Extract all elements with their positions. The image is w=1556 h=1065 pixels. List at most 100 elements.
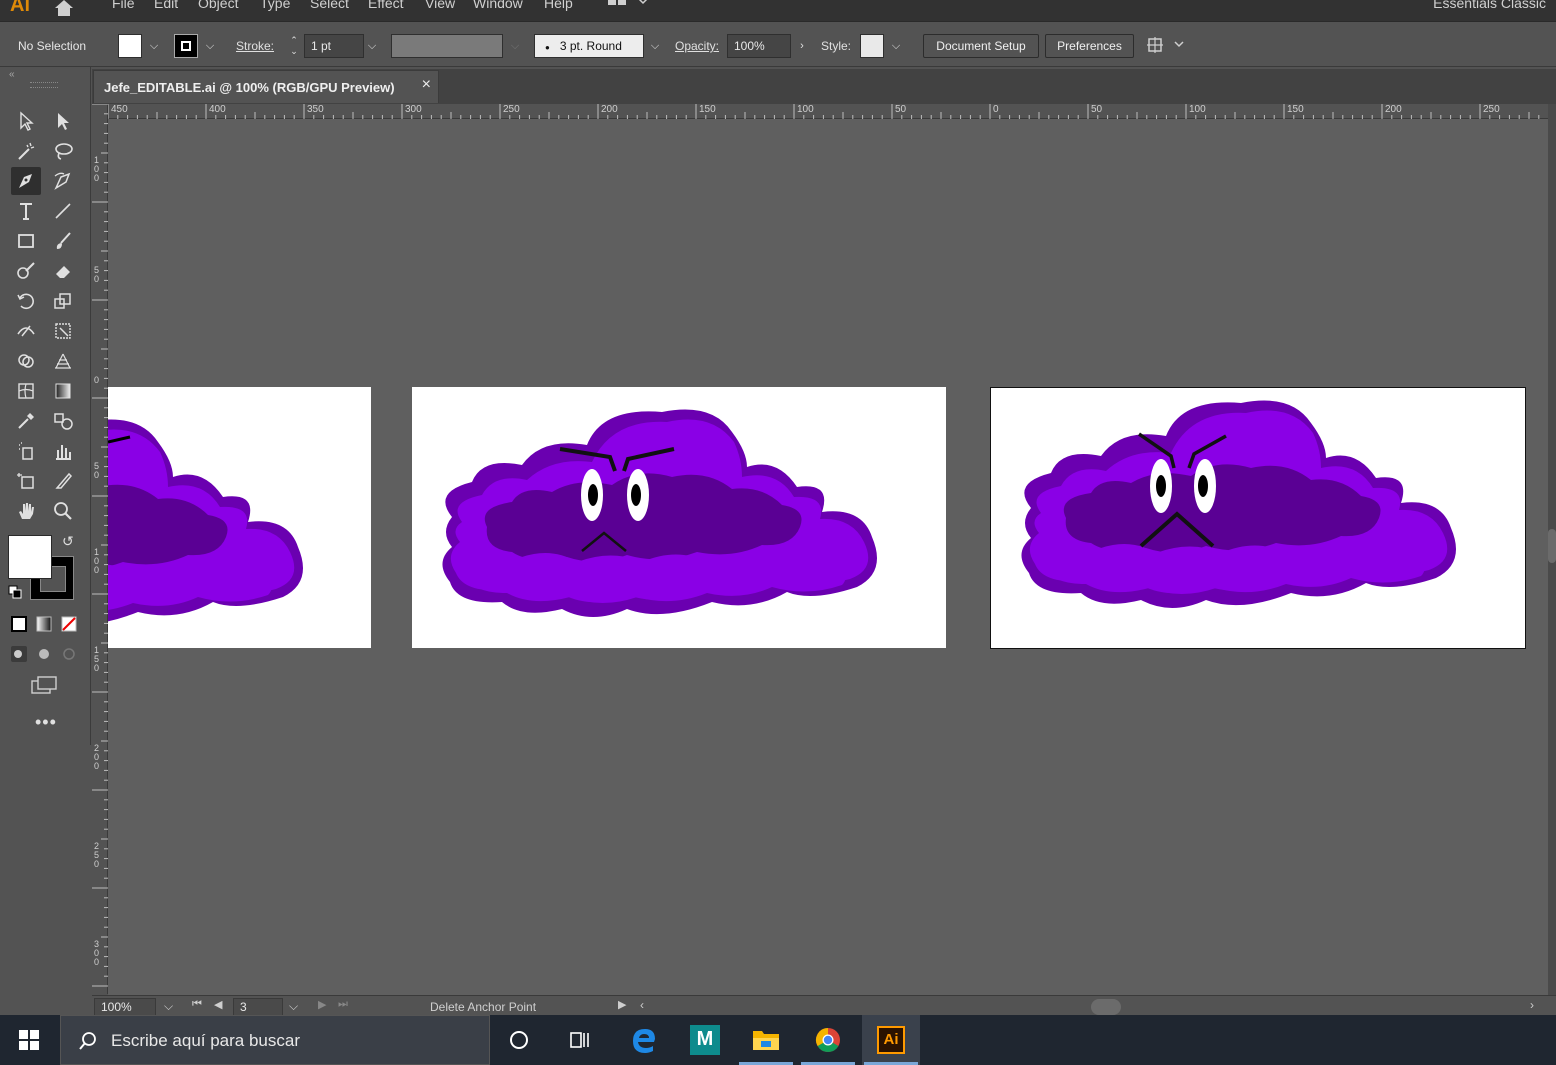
scroll-right-icon[interactable]: › — [1530, 998, 1534, 1012]
taskbar-search-box[interactable]: Escribe aquí para buscar — [60, 1015, 490, 1065]
canvas[interactable] — [108, 119, 1548, 995]
fill-swatch[interactable] — [8, 535, 52, 579]
previous-artboard-icon[interactable]: ◀ — [214, 998, 222, 1011]
windows-start-button[interactable] — [0, 1015, 58, 1065]
chrome-icon[interactable] — [799, 1015, 857, 1065]
width-tool-icon[interactable] — [11, 317, 41, 345]
fill-color-swatch[interactable] — [118, 34, 142, 58]
mesh-tool-icon[interactable] — [11, 377, 41, 405]
chevron-down-icon[interactable]: ⌵ — [646, 35, 664, 57]
lasso-tool-icon[interactable] — [48, 137, 78, 165]
magic-wand-tool-icon[interactable] — [11, 137, 41, 165]
draw-normal-icon[interactable] — [10, 645, 28, 666]
preferences-button[interactable]: Preferences — [1045, 34, 1134, 58]
line-segment-tool-icon[interactable] — [48, 197, 78, 225]
menu-help[interactable]: Help — [544, 0, 573, 11]
chevron-right-icon[interactable]: › — [793, 35, 811, 57]
workspace-switcher[interactable]: Essentials Classic — [1433, 0, 1546, 11]
horizontal-scrollbar-thumb[interactable] — [1091, 999, 1121, 1015]
close-icon[interactable]: × — [422, 76, 431, 94]
brush-definition-field[interactable]: ● 3 pt. Round — [534, 34, 644, 58]
stroke-weight-field[interactable]: 1 pt — [304, 34, 364, 58]
column-graph-tool-icon[interactable] — [48, 437, 78, 465]
none-mode-icon[interactable] — [60, 615, 78, 636]
menu-effect[interactable]: Effect — [368, 0, 404, 11]
gradient-mode-icon[interactable] — [35, 615, 53, 636]
document-tab[interactable]: Jefe_EDITABLE.ai @ 100% (RGB/GPU Preview… — [93, 70, 439, 103]
draw-inside-icon[interactable] — [60, 645, 78, 666]
draw-behind-icon[interactable] — [35, 645, 53, 666]
curvature-tool-icon[interactable] — [48, 167, 78, 195]
free-transform-tool-icon[interactable] — [48, 317, 78, 345]
artboard-1[interactable] — [108, 387, 371, 648]
paintbrush-tool-icon[interactable] — [48, 227, 78, 255]
artboard-3[interactable] — [990, 387, 1526, 649]
blend-tool-icon[interactable] — [48, 407, 78, 435]
vertical-ruler[interactable]: 100 50 0 50 100 150 200 250 300 — [92, 104, 108, 994]
symbol-sprayer-tool-icon[interactable] — [11, 437, 41, 465]
slice-tool-icon[interactable] — [48, 467, 78, 495]
hand-tool-icon[interactable] — [11, 497, 41, 525]
shape-builder-tool-icon[interactable] — [11, 347, 41, 375]
collapse-panel-icon[interactable]: « — [9, 69, 15, 80]
gradient-tool-icon[interactable] — [48, 377, 78, 405]
menu-object[interactable]: Object — [198, 0, 238, 11]
home-icon[interactable] — [52, 0, 76, 18]
perspective-grid-tool-icon[interactable] — [48, 347, 78, 375]
type-tool-icon[interactable] — [11, 197, 41, 225]
chevron-down-icon[interactable]: ⌵ — [887, 35, 905, 57]
menu-file[interactable]: File — [112, 0, 135, 11]
arrange-icon[interactable] — [1146, 35, 1186, 58]
chevron-down-icon[interactable]: ⌵ — [289, 999, 298, 1014]
chevron-down-icon[interactable]: ⌵ — [363, 35, 381, 57]
eraser-tool-icon[interactable] — [48, 257, 78, 285]
document-setup-button[interactable]: Document Setup — [923, 34, 1039, 58]
artboard-tool-icon[interactable] — [11, 467, 41, 495]
shaper-tool-icon[interactable] — [11, 257, 41, 285]
panel-grip[interactable] — [30, 82, 58, 88]
task-view-icon[interactable] — [551, 1015, 609, 1065]
artboard-2[interactable] — [412, 387, 946, 648]
file-explorer-icon[interactable] — [737, 1015, 795, 1065]
stroke-color-swatch[interactable] — [174, 34, 198, 58]
scale-tool-icon[interactable] — [48, 287, 78, 315]
more-tools-icon[interactable]: ••• — [35, 712, 57, 733]
rotate-tool-icon[interactable] — [11, 287, 41, 315]
stroke-stepper[interactable]: ⌃ ⌄ — [285, 35, 303, 57]
eyedropper-tool-icon[interactable] — [11, 407, 41, 435]
graphic-style-swatch[interactable] — [860, 34, 884, 58]
cortana-icon[interactable] — [490, 1015, 548, 1065]
menu-type[interactable]: Type — [260, 0, 290, 11]
variable-width-profile[interactable] — [391, 34, 503, 58]
artboard-number-field[interactable]: 3 — [233, 998, 283, 1016]
rectangle-tool-icon[interactable] — [11, 227, 41, 255]
illustrator-app[interactable]: Ai — [862, 1015, 920, 1065]
menu-view[interactable]: View — [425, 0, 455, 11]
swap-fill-stroke-icon[interactable]: ↺ — [62, 533, 74, 550]
menu-edit[interactable]: Edit — [154, 0, 178, 11]
maya-app[interactable]: M — [676, 1015, 734, 1065]
selection-tool-icon[interactable] — [11, 107, 41, 135]
status-menu-icon[interactable]: ▶ — [618, 998, 626, 1011]
color-mode-icon[interactable] — [10, 615, 28, 636]
opacity-label[interactable]: Opacity: — [675, 39, 719, 53]
menu-window[interactable]: Window — [473, 0, 523, 11]
chevron-down-icon[interactable]: ⌵ — [164, 999, 173, 1014]
screen-mode-icon[interactable] — [30, 675, 58, 698]
horizontal-ruler[interactable]: 450 400 350 300 250 200 150 100 50 0 50 … — [108, 104, 1548, 119]
edge-icon[interactable] — [615, 1015, 673, 1065]
menu-select[interactable]: Select — [310, 0, 349, 11]
arrange-documents-icon[interactable] — [606, 0, 652, 15]
vertical-scrollbar-thumb[interactable] — [1548, 529, 1556, 563]
pen-tool-icon[interactable] — [11, 167, 41, 195]
chevron-down-icon[interactable]: ⌵ — [145, 35, 163, 57]
opacity-field[interactable]: 100% — [727, 34, 791, 58]
stroke-label[interactable]: Stroke: — [236, 39, 274, 53]
first-artboard-icon[interactable]: ⏮ — [192, 998, 202, 1011]
zoom-tool-icon[interactable] — [48, 497, 78, 525]
scroll-left-icon[interactable]: ‹ — [640, 998, 644, 1012]
default-fill-stroke-icon[interactable] — [8, 585, 22, 602]
vertical-scrollbar[interactable] — [1548, 104, 1556, 995]
direct-selection-tool-icon[interactable] — [48, 107, 78, 135]
chevron-down-icon[interactable]: ⌵ — [201, 35, 219, 57]
